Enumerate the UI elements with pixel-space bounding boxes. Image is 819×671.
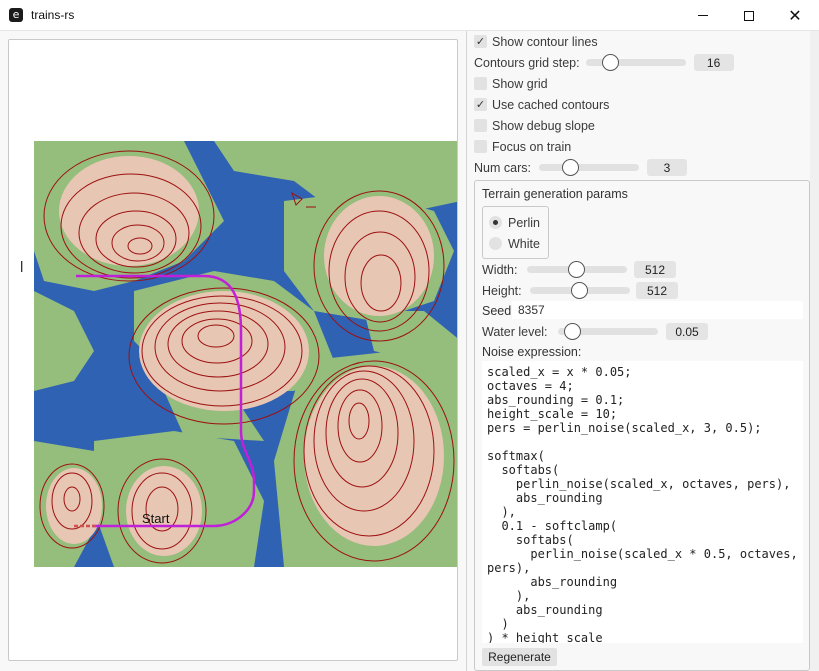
minimize-icon bbox=[698, 15, 708, 16]
seed-input[interactable]: 8357 bbox=[512, 301, 803, 319]
panel-divider[interactable] bbox=[466, 31, 467, 671]
noise-expression-editor[interactable]: scaled_x = x * 0.05; octaves = 4; abs_ro… bbox=[482, 361, 803, 643]
show-debug-slope-toggle[interactable]: Show debug slope bbox=[474, 115, 595, 136]
height-label: Height: bbox=[482, 283, 522, 298]
width-value[interactable]: 512 bbox=[634, 261, 676, 278]
show-contour-lines-label: Show contour lines bbox=[492, 34, 598, 49]
maximize-icon bbox=[744, 10, 754, 21]
width-row: Width: 512 bbox=[482, 259, 676, 280]
noise-option-white[interactable]: White bbox=[489, 233, 540, 254]
noise-option-perlin[interactable]: Perlin bbox=[489, 212, 540, 233]
use-cached-contours-checkbox[interactable]: ✓ bbox=[474, 98, 487, 111]
radio-perlin[interactable] bbox=[489, 216, 502, 229]
water-level-value[interactable]: 0.05 bbox=[666, 323, 708, 340]
num-cars-value[interactable]: 3 bbox=[646, 159, 687, 176]
radio-white-label: White bbox=[508, 236, 540, 251]
show-debug-slope-checkbox[interactable] bbox=[474, 119, 487, 132]
terrain-params-title: Terrain generation params bbox=[482, 186, 628, 201]
app-icon: e bbox=[9, 8, 23, 22]
regenerate-button[interactable]: Regenerate bbox=[482, 648, 557, 666]
show-grid-toggle[interactable]: Show grid bbox=[474, 73, 548, 94]
focus-on-train-label: Focus on train bbox=[492, 139, 572, 154]
focus-on-train-toggle[interactable]: Focus on train bbox=[474, 136, 571, 157]
slider-handle[interactable] bbox=[561, 159, 579, 176]
terrain-map[interactable]: Start bbox=[34, 141, 458, 567]
num-cars-row: Num cars: 3 bbox=[474, 157, 687, 178]
height-row: Height: 512 bbox=[482, 280, 678, 301]
radio-perlin-label: Perlin bbox=[508, 215, 540, 230]
minimize-button[interactable] bbox=[680, 0, 726, 31]
slider-handle[interactable] bbox=[571, 282, 589, 299]
slider-handle[interactable] bbox=[568, 261, 586, 278]
contours-grid-step-label: Contours grid step: bbox=[474, 55, 580, 70]
show-debug-slope-label: Show debug slope bbox=[492, 118, 595, 133]
panel-scrollbar[interactable] bbox=[810, 31, 819, 671]
start-label: Start bbox=[142, 511, 170, 526]
slider-handle[interactable] bbox=[602, 54, 620, 71]
num-cars-label: Num cars: bbox=[474, 160, 531, 175]
water-level-slider[interactable] bbox=[558, 321, 658, 342]
water-level-label: Water level: bbox=[482, 324, 548, 339]
radio-white[interactable] bbox=[489, 237, 502, 250]
width-slider[interactable] bbox=[527, 259, 627, 280]
show-contour-lines-toggle[interactable]: ✓ Show contour lines bbox=[474, 31, 598, 52]
focus-on-train-checkbox[interactable] bbox=[474, 140, 487, 153]
terrain-params-group: Terrain generation params Perlin White W… bbox=[474, 180, 810, 671]
seed-label: Seed: bbox=[482, 303, 515, 318]
close-icon: ✕ bbox=[788, 5, 802, 25]
width-label: Width: bbox=[482, 262, 518, 277]
map-viewport[interactable]: l Start bbox=[8, 39, 458, 661]
use-cached-contours-toggle[interactable]: ✓ Use cached contours bbox=[474, 94, 609, 115]
water-level-row: Water level: 0.05 bbox=[482, 321, 708, 342]
show-contour-lines-checkbox[interactable]: ✓ bbox=[474, 35, 487, 48]
contours-grid-step-value[interactable]: 16 bbox=[693, 54, 734, 71]
show-grid-checkbox[interactable] bbox=[474, 77, 487, 90]
noise-expression-label: Noise expression: bbox=[482, 344, 582, 359]
title-bar: e trains-rs ✕ bbox=[0, 0, 819, 31]
window-title: trains-rs bbox=[31, 8, 75, 22]
slider-track bbox=[538, 164, 639, 171]
num-cars-slider[interactable] bbox=[538, 157, 639, 178]
slider-track bbox=[585, 59, 686, 66]
use-cached-contours-label: Use cached contours bbox=[492, 97, 610, 112]
height-value[interactable]: 512 bbox=[636, 282, 678, 299]
contours-grid-step-row: Contours grid step: 16 bbox=[474, 52, 734, 73]
show-grid-label: Show grid bbox=[492, 76, 548, 91]
height-slider[interactable] bbox=[530, 280, 630, 301]
noise-type-group: Perlin White bbox=[482, 206, 549, 259]
slider-handle[interactable] bbox=[563, 323, 581, 340]
viewport-glyph: l bbox=[20, 259, 24, 276]
close-button[interactable]: ✕ bbox=[772, 0, 818, 31]
contours-grid-step-slider[interactable] bbox=[585, 52, 686, 73]
maximize-button[interactable] bbox=[726, 0, 772, 31]
